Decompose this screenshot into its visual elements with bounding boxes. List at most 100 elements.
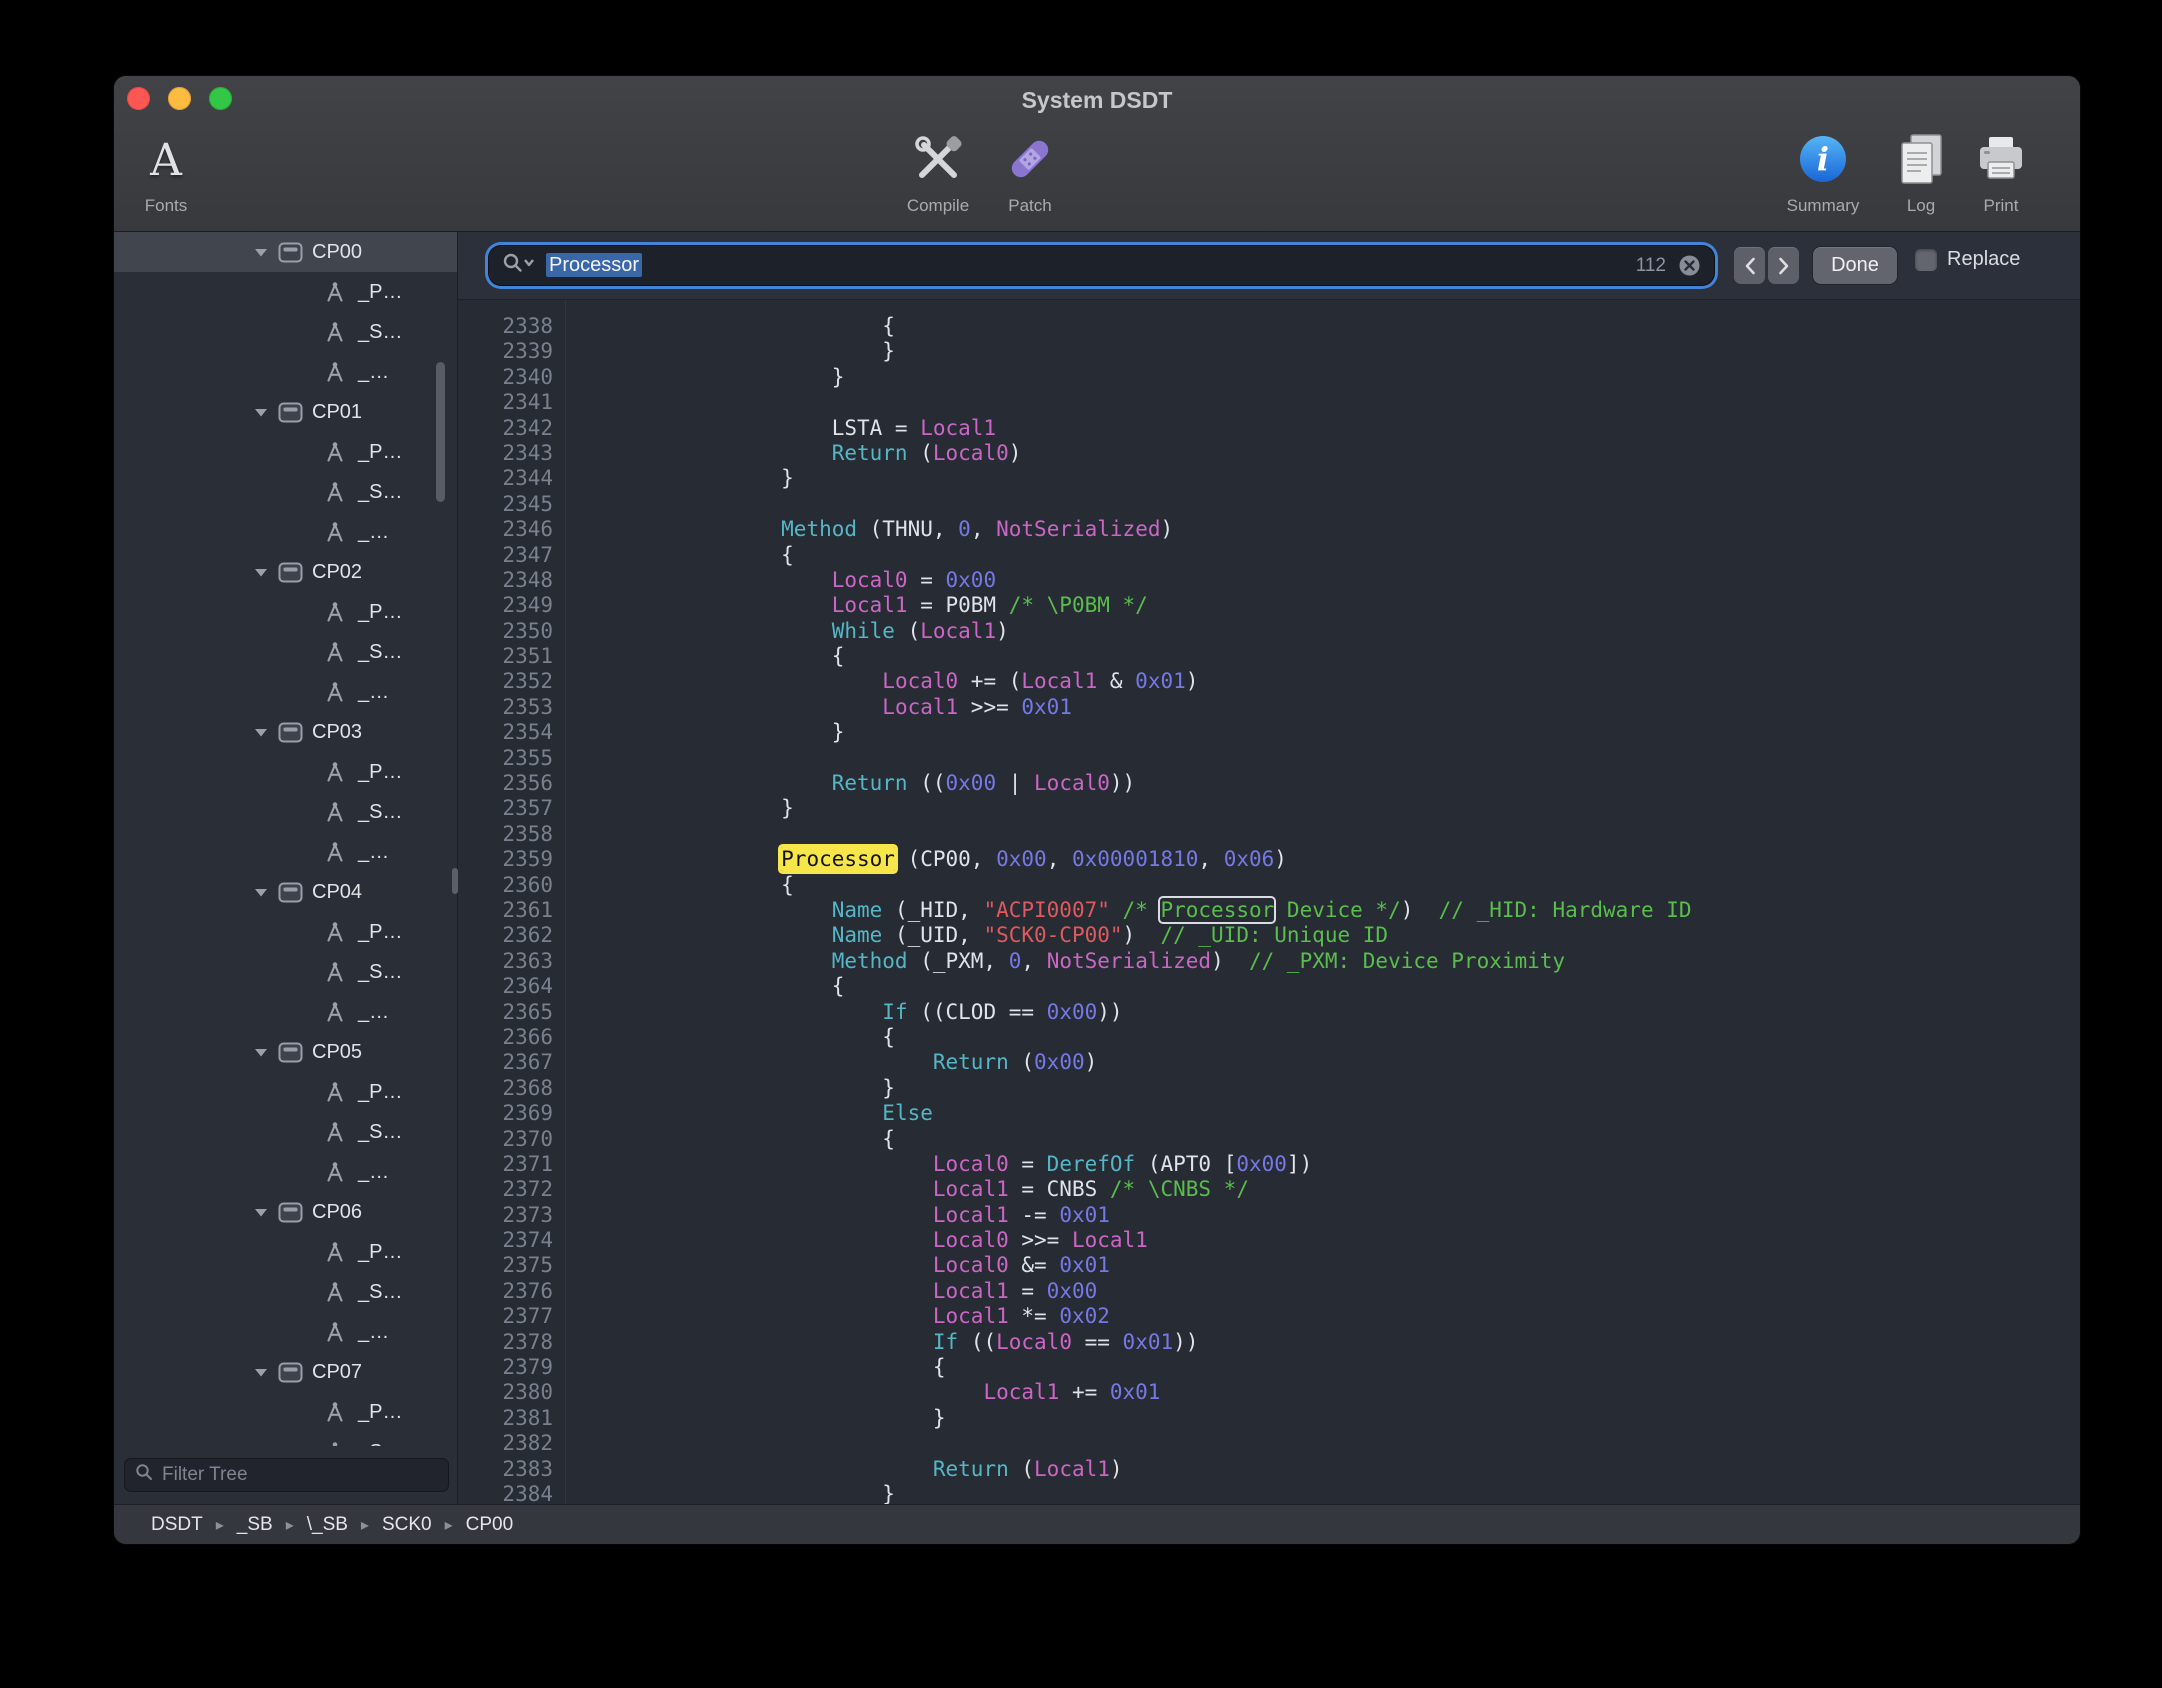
- line-number: 2381: [458, 1406, 553, 1431]
- tree-item-label: _S…: [358, 641, 402, 664]
- breadcrumb-separator: ▸: [216, 1515, 224, 1535]
- search-menu-icon[interactable]: [502, 252, 536, 279]
- svg-text:i: i: [1817, 140, 1829, 178]
- line-number: 2378: [458, 1330, 553, 1355]
- done-button[interactable]: Done: [1813, 247, 1897, 284]
- disclosure-triangle-icon[interactable]: [254, 248, 278, 257]
- compass-icon: [324, 281, 358, 303]
- compass-icon: [324, 361, 358, 383]
- tree-group-row[interactable]: CP00: [114, 232, 457, 272]
- disclosure-triangle-icon[interactable]: [254, 888, 278, 897]
- breadcrumb-item[interactable]: _SB: [237, 1514, 273, 1536]
- tree-group-row[interactable]: CP07: [114, 1352, 457, 1392]
- tree-item-row[interactable]: _P…: [114, 592, 457, 632]
- compass-icon: [324, 441, 358, 463]
- clear-search-button[interactable]: [1678, 254, 1701, 277]
- code-line: {: [680, 1355, 2080, 1380]
- disclosure-triangle-icon[interactable]: [254, 568, 278, 577]
- breadcrumb-separator: ▸: [361, 1515, 369, 1535]
- code-line: }: [680, 1482, 2080, 1504]
- disclosure-triangle-icon[interactable]: [254, 1368, 278, 1377]
- fonts-label: Fonts: [145, 196, 188, 216]
- line-number: 2350: [458, 619, 553, 644]
- disclosure-triangle-icon[interactable]: [254, 728, 278, 737]
- tree-item-row[interactable]: _S…: [114, 1272, 457, 1312]
- next-match-button[interactable]: [1768, 247, 1799, 284]
- search-field[interactable]: Processor 112: [489, 246, 1714, 285]
- tree-item-row[interactable]: _…: [114, 992, 457, 1032]
- tree-group-row[interactable]: CP05: [114, 1032, 457, 1072]
- tree-item-row[interactable]: _…: [114, 672, 457, 712]
- tree-group-row[interactable]: CP04: [114, 872, 457, 912]
- breadcrumb-item[interactable]: DSDT: [151, 1514, 203, 1536]
- tree-item-row[interactable]: _…: [114, 512, 457, 552]
- tree-item-row[interactable]: _S…: [114, 1112, 457, 1152]
- code-line: {: [680, 543, 2080, 568]
- replace-checkbox[interactable]: [1915, 249, 1937, 271]
- sidebar: CP00_P…_S…_…CP01_P…_S…_…CP02_P…_S…_…CP03…: [114, 232, 458, 1504]
- tree-item-row[interactable]: _P…: [114, 1232, 457, 1272]
- breadcrumb-item[interactable]: \_SB: [307, 1514, 348, 1536]
- tree-item-row[interactable]: _P…: [114, 432, 457, 472]
- tree-group-row[interactable]: CP06: [114, 1192, 457, 1232]
- fonts-button[interactable]: A Fonts: [114, 128, 246, 216]
- tree-group-row[interactable]: CP03: [114, 712, 457, 752]
- tree-item-row[interactable]: _P…: [114, 912, 457, 952]
- replace-toggle: Replace: [1915, 248, 2020, 271]
- disclosure-triangle-icon[interactable]: [254, 1048, 278, 1057]
- print-label: Print: [1984, 196, 2019, 216]
- tree-item-row[interactable]: _…: [114, 1312, 457, 1352]
- tree-group-label: CP02: [312, 561, 362, 584]
- code-line: If ((Local0 == 0x01)): [680, 1330, 2080, 1355]
- tree-item-label: _P…: [358, 761, 402, 784]
- line-number: 2356: [458, 771, 553, 796]
- tree-item-row[interactable]: _…: [114, 832, 457, 872]
- tree-item-row[interactable]: _P…: [114, 1392, 457, 1432]
- code-line: Local1 >>= 0x01: [680, 695, 2080, 720]
- tree-item-row[interactable]: _P…: [114, 1072, 457, 1112]
- tree-item-row[interactable]: _S…: [114, 952, 457, 992]
- line-number: 2341: [458, 390, 553, 415]
- sidebar-scrollbar-thumb[interactable]: [436, 362, 445, 502]
- previous-match-button[interactable]: [1734, 247, 1765, 284]
- sidebar-tree[interactable]: CP00_P…_S…_…CP01_P…_S…_…CP02_P…_S…_…CP03…: [114, 232, 457, 1446]
- tree-item-row[interactable]: _S…: [114, 792, 457, 832]
- compass-icon: [324, 321, 358, 343]
- search-input-text: Processor: [546, 254, 642, 277]
- code-line: {: [680, 873, 2080, 898]
- line-number: 2361: [458, 898, 553, 923]
- code-line: Local1 *= 0x02: [680, 1304, 2080, 1329]
- code-line: If ((CLOD == 0x00)): [680, 1000, 2080, 1025]
- filter-tree-input[interactable]: Filter Tree: [124, 1458, 449, 1492]
- line-number: 2348: [458, 568, 553, 593]
- tree-item-row[interactable]: _S…: [114, 312, 457, 352]
- code-editor[interactable]: 2338233923402341234223432344234523462347…: [458, 300, 2080, 1504]
- breadcrumb-item[interactable]: CP00: [466, 1514, 514, 1536]
- code-line: {: [680, 644, 2080, 669]
- tree-item-label: _…: [358, 841, 389, 864]
- code-line: Local1 += 0x01: [680, 1380, 2080, 1405]
- tree-item-label: _S…: [358, 801, 402, 824]
- code-line: Method (THNU, 0, NotSerialized): [680, 517, 2080, 542]
- disclosure-triangle-icon[interactable]: [254, 408, 278, 417]
- tree-item-row[interactable]: _P…: [114, 752, 457, 792]
- tree-item-row[interactable]: _S…: [114, 632, 457, 672]
- tree-group-label: CP05: [312, 1041, 362, 1064]
- line-number: 2360: [458, 873, 553, 898]
- tree-item-row[interactable]: _…: [114, 352, 457, 392]
- disclosure-triangle-icon[interactable]: [254, 1208, 278, 1217]
- patch-button[interactable]: Patch: [950, 128, 1110, 216]
- tree-item-row[interactable]: _P…: [114, 272, 457, 312]
- compass-icon: [324, 1281, 358, 1303]
- code-line: While (Local1): [680, 619, 2080, 644]
- tree-item-row[interactable]: _S…: [114, 1432, 457, 1446]
- tree-group-row[interactable]: CP02: [114, 552, 457, 592]
- code-line: [680, 822, 2080, 847]
- tree-item-label: _…: [358, 681, 389, 704]
- tree-item-row[interactable]: _…: [114, 1152, 457, 1192]
- print-button[interactable]: Print: [1921, 128, 2080, 216]
- tree-group-row[interactable]: CP01: [114, 392, 457, 432]
- tree-item-row[interactable]: _S…: [114, 472, 457, 512]
- breadcrumb-item[interactable]: SCK0: [382, 1514, 432, 1536]
- code-lines[interactable]: { } } LSTA = Local1 Return (Local0) } Me…: [566, 300, 2080, 1504]
